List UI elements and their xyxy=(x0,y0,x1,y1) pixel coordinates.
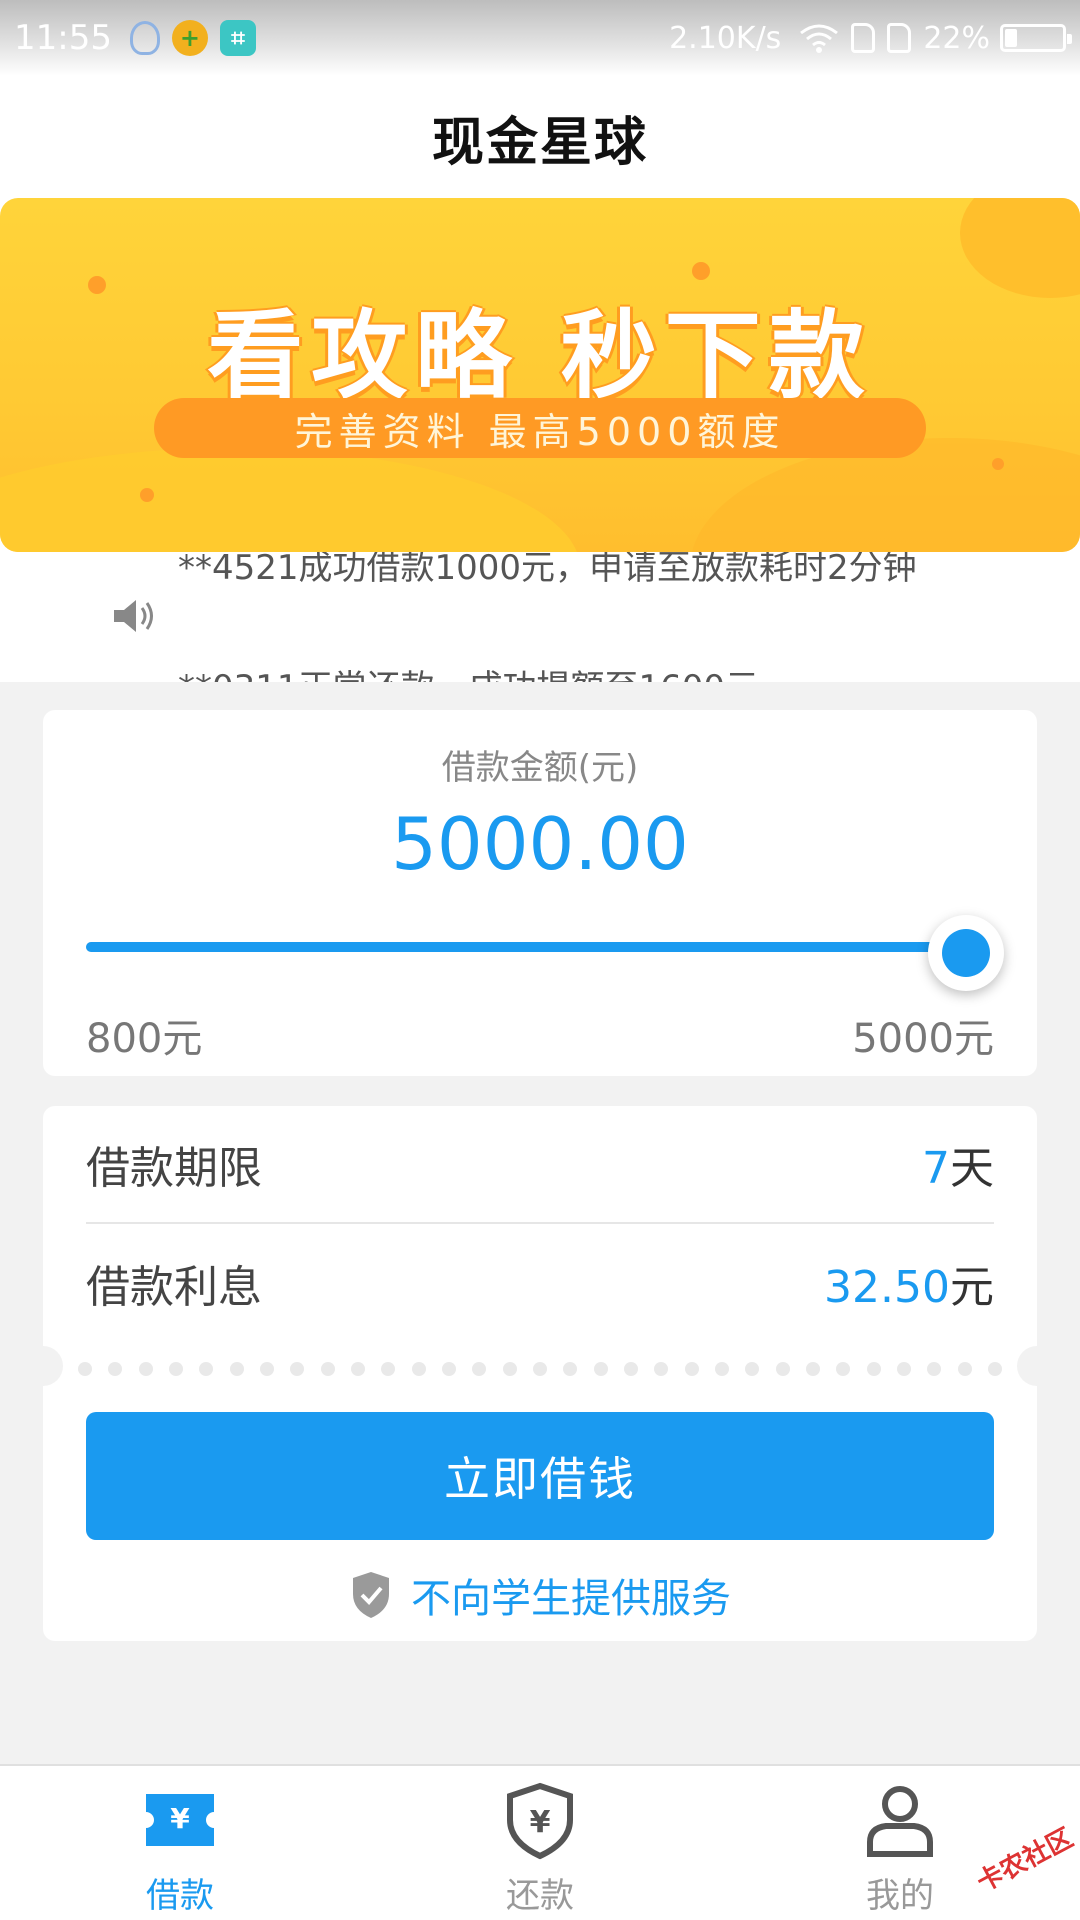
nav-label: 借款 xyxy=(146,1876,214,1916)
interest-value: 32.50元 xyxy=(824,1251,994,1315)
perforation-dot xyxy=(563,1362,578,1376)
perforation-dot xyxy=(78,1362,92,1376)
perforation-dot xyxy=(714,1362,729,1376)
perforation-dot xyxy=(259,1362,274,1376)
shield-yuan-icon: ¥ xyxy=(507,1782,573,1860)
term-number: 7 xyxy=(922,1143,950,1194)
plus-notification-icon: + xyxy=(171,20,208,56)
interest-label: 借款利息 xyxy=(86,1262,262,1313)
borrow-now-button[interactable]: 立即借钱 xyxy=(86,1412,994,1540)
amount-slider-handle[interactable] xyxy=(928,915,1004,991)
status-time: 11:55 xyxy=(14,18,112,58)
term-label: 借款期限 xyxy=(86,1143,262,1194)
notice-line: **0311正常还款，成功提额至1600元 xyxy=(178,660,759,682)
banner-dot xyxy=(992,458,1004,470)
perforation-dot xyxy=(502,1362,517,1376)
perforation-dot xyxy=(168,1362,183,1376)
status-bar: 11:55 + ⌗ 2.10K/s 22% xyxy=(0,0,1080,76)
perforation-dot xyxy=(593,1362,608,1376)
perforation-dot xyxy=(836,1362,851,1376)
svg-text:¥: ¥ xyxy=(530,1805,551,1840)
perforation-dot xyxy=(775,1362,790,1376)
perforation-dot xyxy=(441,1362,456,1376)
perforation-notch xyxy=(23,1346,63,1386)
perforation-dot xyxy=(623,1362,638,1376)
perforation-dot xyxy=(866,1362,881,1376)
banner-dot xyxy=(140,488,154,502)
banner-headline: 看攻略 秒下款 xyxy=(207,300,873,412)
app-header: 现金星球 xyxy=(0,76,1080,198)
sim1-icon xyxy=(851,23,876,53)
nav-label: 我的 xyxy=(866,1876,934,1916)
notice-line: **4521成功借款1000元，申请至放款耗时2分钟 xyxy=(178,552,917,588)
shield-check-icon xyxy=(353,1572,389,1618)
network-speed: 2.10K/s xyxy=(669,20,782,56)
student-notice[interactable]: 不向学生提供服务 xyxy=(43,1566,1037,1624)
amount-slider-track[interactable] xyxy=(86,942,966,952)
user-icon xyxy=(867,1786,933,1857)
perforation-dot xyxy=(138,1362,153,1376)
page-title: 现金星球 xyxy=(431,112,648,173)
battery-percent: 22% xyxy=(923,20,990,56)
interest-number: 32.50 xyxy=(824,1262,950,1313)
perforation-dot xyxy=(532,1362,547,1376)
nav-item-borrow[interactable]: ¥ 借款 xyxy=(80,1766,280,1920)
amount-value: 5000.00 xyxy=(391,802,689,886)
term-row[interactable]: 借款期限 7天 xyxy=(86,1106,994,1224)
scan-notification-icon: ⌗ xyxy=(219,20,256,56)
nav-item-repay[interactable]: ¥ 还款 xyxy=(440,1766,640,1920)
perforation-dot xyxy=(381,1362,396,1376)
term-value: 7天 xyxy=(922,1132,994,1196)
speaker-icon xyxy=(114,600,153,632)
bottom-nav: ¥ 借款 ¥ 还款 我的 xyxy=(0,1764,1080,1920)
svg-text:¥: ¥ xyxy=(170,1802,190,1835)
term-unit: 天 xyxy=(950,1143,994,1194)
perforation-dot xyxy=(199,1362,214,1376)
banner-shape xyxy=(0,448,580,552)
amount-slider-fill xyxy=(86,942,966,952)
perforation-dot xyxy=(411,1362,426,1376)
student-notice-text: 不向学生提供服务 xyxy=(411,1576,731,1622)
perforation-dot xyxy=(320,1362,335,1376)
loan-info-card: 借款期限 7天 借款利息 32.50元 立即借钱 不向学生提供服务 xyxy=(23,1106,1057,1641)
ticket-yuan-icon: ¥ xyxy=(146,1794,214,1846)
perforation-notch xyxy=(1017,1346,1057,1386)
perforation-dot xyxy=(350,1362,365,1376)
banner-subline: 完善资料 最高5000额度 xyxy=(154,398,926,458)
sim2-icon xyxy=(887,23,912,53)
notice-ticker: **4521成功借款1000元，申请至放款耗时2分钟 **0311正常还款，成功… xyxy=(0,552,1080,682)
ticket-perforation xyxy=(23,1346,1057,1386)
perforation-dot xyxy=(684,1362,699,1376)
perforation-dot xyxy=(654,1362,669,1376)
qq-notification-icon xyxy=(129,21,160,55)
perforation-dots xyxy=(78,1362,1002,1376)
perforation-dot xyxy=(290,1362,305,1376)
amount-min-label: 800元 xyxy=(86,1016,203,1062)
nav-item-mine[interactable]: 我的 xyxy=(800,1766,1000,1920)
amount-max-label: 5000元 xyxy=(852,1016,994,1062)
interest-row: 借款利息 32.50元 xyxy=(86,1224,994,1342)
wifi-icon xyxy=(800,24,839,53)
status-right: 2.10K/s 22% xyxy=(669,20,1072,56)
perforation-dot xyxy=(745,1362,760,1376)
perforation-dot xyxy=(896,1362,911,1376)
battery-icon xyxy=(1000,24,1072,52)
amount-label: 借款金额(元) xyxy=(441,748,639,788)
perforation-dot xyxy=(957,1362,972,1376)
status-left: 11:55 + ⌗ xyxy=(14,18,268,58)
nav-label: 还款 xyxy=(506,1876,574,1916)
promo-banner[interactable]: 看攻略 秒下款 完善资料 最高5000额度 xyxy=(0,198,1080,552)
perforation-dot xyxy=(108,1362,123,1376)
perforation-dot xyxy=(229,1362,244,1376)
interest-unit: 元 xyxy=(950,1262,994,1313)
banner-image[interactable]: 看攻略 秒下款 完善资料 最高5000额度 xyxy=(0,198,1080,552)
battery-level xyxy=(1005,29,1017,47)
amount-card: 借款金额(元) 5000.00 800元 5000元 xyxy=(43,710,1037,1076)
perforation-dot xyxy=(805,1362,820,1376)
perforation-dot xyxy=(987,1362,1002,1376)
perforation-dot xyxy=(927,1362,942,1376)
perforation-dot xyxy=(472,1362,487,1376)
